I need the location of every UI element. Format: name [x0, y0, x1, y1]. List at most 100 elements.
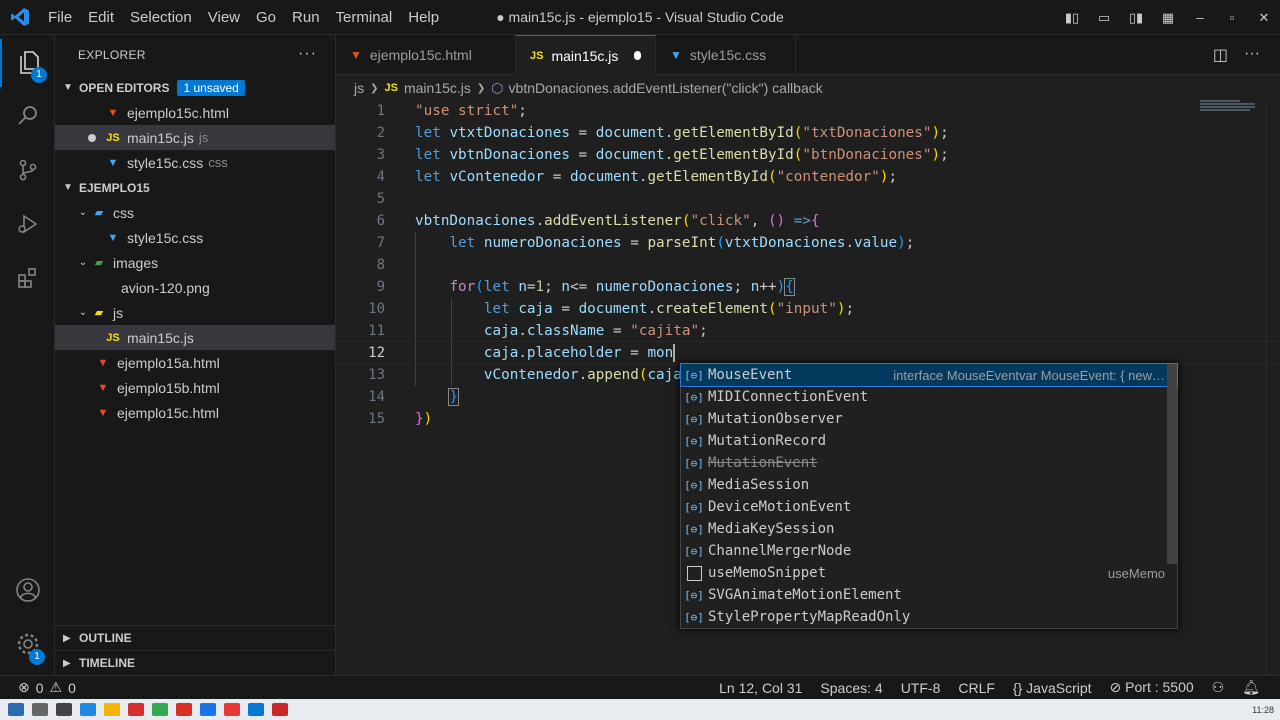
- explorer-title: EXPLORER: [78, 48, 146, 62]
- live-server-port[interactable]: ⊘ Port : 5500: [1110, 679, 1194, 696]
- cursor-position[interactable]: Ln 12, Col 31: [719, 680, 802, 696]
- taskbar-clock[interactable]: 11:28: [1252, 705, 1274, 715]
- menu-run[interactable]: Run: [284, 9, 328, 26]
- suggest-item[interactable]: [⊖] StylePropertyMapReadOnly: [681, 606, 1177, 628]
- unsaved-dot-icon[interactable]: [634, 51, 641, 60]
- open-editor-item[interactable]: ▼ ejemplo15c.html: [55, 100, 335, 125]
- suggest-item[interactable]: [⊖] MIDIConnectionEvent: [681, 386, 1177, 408]
- app-icon[interactable]: [128, 703, 144, 716]
- explorer-activity[interactable]: 1: [0, 39, 55, 87]
- menu-go[interactable]: Go: [248, 9, 284, 26]
- chrome-icon[interactable]: [152, 703, 168, 716]
- breadcrumb-file[interactable]: main15c.js: [404, 80, 471, 96]
- toggle-primary-sidebar-icon[interactable]: ▮▯: [1056, 10, 1088, 26]
- customize-layout-icon[interactable]: ▦: [1152, 10, 1184, 26]
- vscode-icon[interactable]: [248, 703, 264, 716]
- menu-file[interactable]: File: [40, 9, 80, 26]
- tree-file[interactable]: ▼ ejemplo15c.html: [55, 400, 335, 425]
- windows-start-icon[interactable]: [8, 703, 24, 716]
- accounts-activity[interactable]: [0, 567, 55, 615]
- tree-folder-css[interactable]: ⌄ ▰ css: [55, 200, 335, 225]
- explorer-badge: 1: [31, 67, 47, 83]
- tree-folder-images[interactable]: ⌄ ▰ images: [55, 250, 335, 275]
- restore-button[interactable]: ▫: [1216, 10, 1248, 25]
- tree-file[interactable]: ▼ ejemplo15b.html: [55, 375, 335, 400]
- more-actions-icon[interactable]: ···: [1244, 45, 1260, 65]
- suggest-item[interactable]: [⊖] ChannelMergerNode: [681, 540, 1177, 562]
- open-editor-item[interactable]: ▼ style15c.css css: [55, 150, 335, 175]
- menu-view[interactable]: View: [200, 9, 248, 26]
- toggle-panel-icon[interactable]: ▭: [1088, 10, 1120, 26]
- opera-icon[interactable]: [224, 703, 240, 716]
- run-debug-activity[interactable]: [0, 201, 55, 249]
- chevron-down-icon: ⌄: [78, 207, 88, 218]
- suggest-item[interactable]: [⊖] MutationObserver: [681, 408, 1177, 430]
- encoding[interactable]: UTF-8: [901, 680, 941, 696]
- search-icon[interactable]: [32, 703, 48, 716]
- minimize-button[interactable]: –: [1184, 10, 1216, 25]
- language-mode[interactable]: {} JavaScript: [1013, 680, 1092, 696]
- suggest-item[interactable]: [⊖] MouseEvent interface MouseEventvar M…: [680, 363, 1178, 387]
- open-editors-header[interactable]: ▼ OPEN EDITORS 1 unsaved: [55, 75, 335, 100]
- suggest-detail: interface MouseEventvar MouseEvent: { ne…: [893, 367, 1165, 383]
- breadcrumb-symbol[interactable]: vbtnDonaciones.addEventListener("click")…: [509, 80, 823, 96]
- bell-icon[interactable]: 🔔︎: [1242, 679, 1260, 696]
- toggle-secondary-sidebar-icon[interactable]: ▯▮: [1120, 10, 1152, 26]
- open-editor-item[interactable]: JS main15c.js js: [55, 125, 335, 150]
- tree-file[interactable]: ▼ style15c.css: [55, 225, 335, 250]
- tree-folder-js[interactable]: ⌄ ▰ js: [55, 300, 335, 325]
- split-editor-icon[interactable]: ◫: [1213, 45, 1228, 65]
- source-control-activity[interactable]: [0, 147, 55, 195]
- suggest-item[interactable]: [⊖] SVGAnimateMotionElement: [681, 584, 1177, 606]
- filezilla-icon[interactable]: [272, 703, 288, 716]
- extensions-icon: [16, 266, 40, 293]
- chevron-right-icon: ▶: [63, 657, 71, 669]
- menu-edit[interactable]: Edit: [80, 9, 122, 26]
- snippet-icon: [687, 565, 702, 581]
- editor-scrollbar[interactable]: [1266, 100, 1280, 675]
- indentation[interactable]: Spaces: 4: [820, 680, 882, 696]
- problems-indicator[interactable]: ⊗ 0 ⚠ 0: [18, 679, 76, 696]
- suggest-item-deprecated[interactable]: [⊖] MutationEvent: [681, 452, 1177, 474]
- suggest-label: ChannelMergerNode: [708, 543, 852, 559]
- line-number: 10: [368, 301, 385, 317]
- menu-terminal[interactable]: Terminal: [328, 9, 401, 26]
- suggest-item[interactable]: [⊖] MediaKeySession: [681, 518, 1177, 540]
- open-editor-label: ejemplo15c.html: [127, 104, 229, 121]
- end-of-line[interactable]: CRLF: [958, 680, 995, 696]
- suggest-item[interactable]: useMemoSnippet useMemo: [681, 562, 1177, 584]
- tab-style15c-css[interactable]: ▼ style15c.css: [656, 35, 796, 75]
- suggest-item[interactable]: [⊖] MediaSession: [681, 474, 1177, 496]
- tree-folder-label: images: [113, 254, 159, 271]
- minimap[interactable]: [1200, 100, 1265, 130]
- edge-icon[interactable]: [80, 703, 96, 716]
- suggest-item[interactable]: [⊖] MutationRecord: [681, 430, 1177, 452]
- line-number: 9: [376, 279, 385, 295]
- tree-file[interactable]: avion-120.png: [55, 275, 335, 300]
- tree-file[interactable]: JS main15c.js: [55, 325, 335, 350]
- app-icon[interactable]: [176, 703, 192, 716]
- workspace-header[interactable]: ▼ EJEMPLO15: [55, 175, 335, 200]
- close-window-button[interactable]: ✕: [1248, 10, 1280, 26]
- task-view-icon[interactable]: [56, 703, 72, 716]
- tree-file[interactable]: ▼ ejemplo15a.html: [55, 350, 335, 375]
- tab-ejemplo15c-html[interactable]: ▼ ejemplo15c.html: [336, 35, 516, 75]
- outline-section[interactable]: ▶ OUTLINE: [55, 625, 336, 650]
- menu-help[interactable]: Help: [400, 9, 447, 26]
- suggest-scrollbar[interactable]: [1167, 364, 1177, 564]
- tab-main15c-js[interactable]: JS main15c.js: [516, 35, 656, 75]
- app-icon[interactable]: [200, 703, 216, 716]
- menu-selection[interactable]: Selection: [122, 9, 200, 26]
- accounts-icon[interactable]: ⚇: [1212, 679, 1225, 696]
- suggest-item[interactable]: [⊖] DeviceMotionEvent: [681, 496, 1177, 518]
- manage-activity[interactable]: 1: [0, 621, 55, 669]
- extensions-activity[interactable]: [0, 255, 55, 303]
- search-activity[interactable]: [0, 93, 55, 141]
- breadcrumb-folder[interactable]: js: [354, 80, 364, 96]
- file-explorer-icon[interactable]: [104, 703, 120, 716]
- more-actions-icon[interactable]: ···: [298, 45, 317, 63]
- settings-badge: 1: [29, 649, 45, 665]
- line-number: 5: [376, 191, 385, 207]
- timeline-section[interactable]: ▶ TIMELINE: [55, 650, 336, 675]
- js-file-icon: JS: [106, 131, 120, 144]
